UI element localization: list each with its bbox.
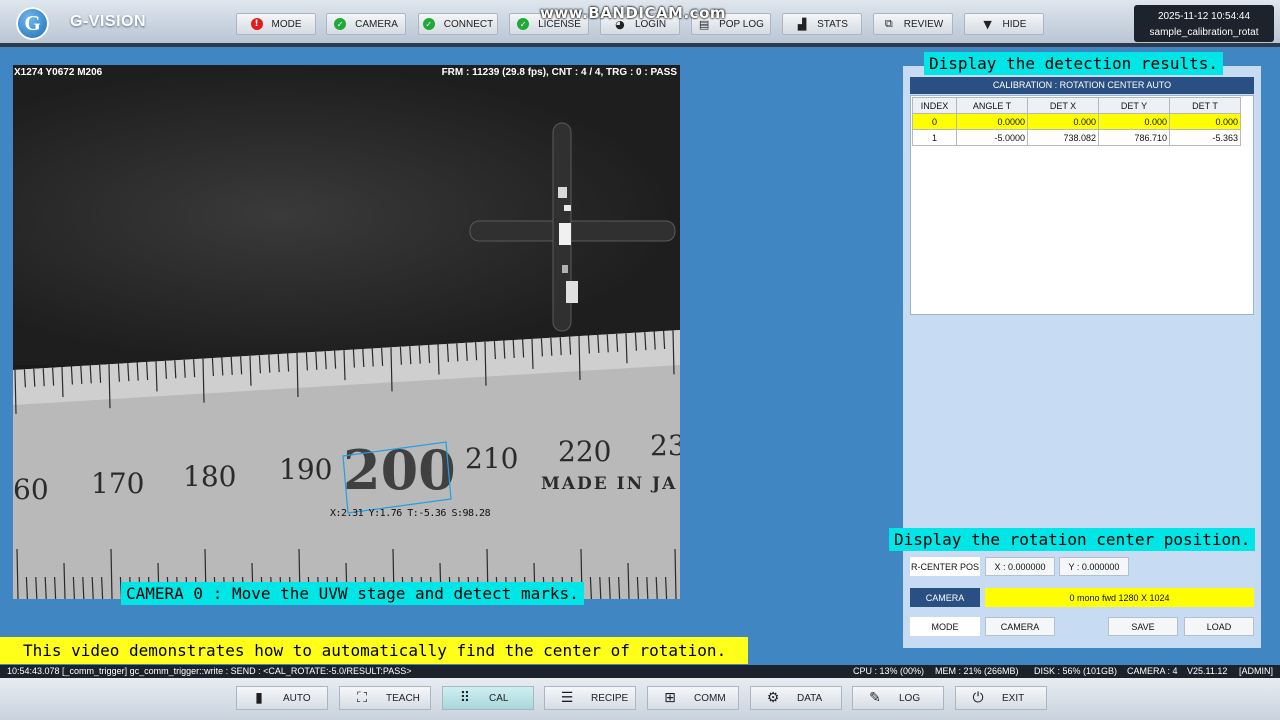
check-icon: ✓ xyxy=(517,18,530,30)
rcenter-label: R-CENTER POS xyxy=(910,557,980,576)
col-det-t: DET T xyxy=(1169,97,1241,114)
review-button-label: REVIEW xyxy=(903,18,944,30)
nav-auto-button[interactable]: ▮ AUTO xyxy=(236,686,328,710)
cross-mark xyxy=(469,122,676,332)
load-button[interactable]: LOAD xyxy=(1184,617,1254,636)
recipe-name: sample_calibration_rotat xyxy=(1149,27,1259,38)
grid-icon: ⠿ xyxy=(459,690,471,706)
caption-camera-note: CAMERA 0 : Move the UVW stage and detect… xyxy=(121,582,584,605)
status-bar: 10:54:43.078 [_comm_trigger] gc_comm_tri… xyxy=(0,665,1280,678)
table-row[interactable]: 0 0.0000 0.000 0.000 0.000 xyxy=(912,113,1241,130)
stats-button[interactable]: ▟ STATS xyxy=(782,13,862,35)
results-table[interactable]: INDEX ANGLE T DET X DET Y DET T 0 0.0000… xyxy=(912,97,1241,146)
svg-text:MADE IN JA: MADE IN JA xyxy=(541,474,677,494)
bottom-nav: ▮ AUTO ⛶ TEACH ⠿ CAL ☰ RECIPE ⊞ COMM ⚙ D… xyxy=(0,678,1280,720)
review-button[interactable]: ⧉ REVIEW xyxy=(873,13,953,35)
col-det-y: DET Y xyxy=(1098,97,1170,114)
status-version: V25.11.12 xyxy=(1187,666,1228,676)
triangle-down-icon: ▼ xyxy=(983,17,992,31)
power-icon: ⏻ xyxy=(972,690,984,706)
hide-button[interactable]: ▼ HIDE xyxy=(964,13,1044,35)
mode-button[interactable]: ! MODE xyxy=(236,13,316,35)
status-cpu: CPU : 13% (00%) xyxy=(853,666,925,676)
stats-button-label: STATS xyxy=(817,18,848,30)
save-button[interactable]: SAVE xyxy=(1108,617,1178,636)
svg-text:23: 23 xyxy=(650,429,680,462)
svg-text:180: 180 xyxy=(183,460,236,493)
caption-detection-results: Display the detection results. xyxy=(924,52,1223,75)
svg-text:170: 170 xyxy=(91,467,144,500)
nav-log-button[interactable]: ✎ LOG xyxy=(852,686,944,710)
nav-data-button[interactable]: ⚙ DATA xyxy=(750,686,842,710)
caption-video-note: This video demonstrates how to automatic… xyxy=(0,637,749,664)
nav-teach-button[interactable]: ⛶ TEACH xyxy=(339,686,431,710)
status-disk: DISK : 56% (101GB) xyxy=(1034,666,1118,676)
camera-coords: X1274 Y0672 M206 xyxy=(14,67,103,78)
network-icon: ⊞ xyxy=(664,690,676,706)
bar-chart-icon: ▟ xyxy=(797,17,807,31)
check-icon: ✓ xyxy=(334,18,347,30)
app-title: G-VISION xyxy=(70,13,147,30)
status-user: [ADMIN] xyxy=(1239,666,1274,676)
hide-button-label: HIDE xyxy=(1002,18,1027,30)
svg-text:60: 60 xyxy=(13,473,49,506)
teach-icon: ⛶ xyxy=(357,690,367,706)
table-row[interactable]: 1 -5.0000 738.082 786.710 -5.363 xyxy=(912,129,1241,146)
rcenter-y-field: Y : 0.000000 xyxy=(1059,557,1129,576)
camera-frame-info: FRM : 11239 (29.8 fps), CNT : 4 / 4, TRG… xyxy=(441,67,677,78)
nav-comm-button[interactable]: ⊞ COMM xyxy=(647,686,739,710)
calibration-title: CALIBRATION : ROTATION CENTER AUTO xyxy=(910,77,1254,94)
datetime: 2025-11-12 10:54:44 xyxy=(1157,11,1251,22)
svg-text:190: 190 xyxy=(279,453,332,486)
app-logo-icon: G xyxy=(16,7,49,40)
svg-text:210: 210 xyxy=(465,442,518,475)
camera-status-label: CAMERA xyxy=(355,18,398,30)
review-icon: ⧉ xyxy=(884,17,893,30)
auto-icon: ▮ xyxy=(255,690,263,706)
camera-label: CAMERA xyxy=(910,588,980,607)
caption-rotation-center: Display the rotation center position. xyxy=(889,528,1256,551)
mode-label: MODE xyxy=(910,617,980,636)
col-det-x: DET X xyxy=(1027,97,1099,114)
recording-watermark: www.BANDICAM.com xyxy=(540,4,727,22)
check-icon: ✓ xyxy=(422,18,435,30)
col-index: INDEX xyxy=(912,97,957,114)
connect-button-label: CONNECT xyxy=(443,18,494,30)
table-header: INDEX ANGLE T DET X DET Y DET T xyxy=(912,97,1241,114)
detection-result-label: X:2.31 Y:1.76 T:-5.36 S:98.28 xyxy=(330,508,491,519)
status-mem: MEM : 21% (266MB) xyxy=(935,666,1019,676)
nav-exit-button[interactable]: ⏻ EXIT xyxy=(955,686,1047,710)
status-camera: CAMERA : 4 xyxy=(1127,666,1178,676)
camera-status-button[interactable]: ✓ CAMERA xyxy=(326,13,406,35)
svg-text:220: 220 xyxy=(558,435,611,468)
error-icon: ! xyxy=(250,18,263,30)
connect-button[interactable]: ✓ CONNECT xyxy=(418,13,498,35)
col-angle-t: ANGLE T xyxy=(956,97,1028,114)
status-log: 10:54:43.078 [_comm_trigger] gc_comm_tri… xyxy=(7,666,412,676)
nav-recipe-button[interactable]: ☰ RECIPE xyxy=(544,686,636,710)
camera-status: 0 mono fwd 1280 X 1024 xyxy=(985,588,1254,607)
rcenter-x-field: X : 0.000000 xyxy=(985,557,1055,576)
svg-text:200: 200 xyxy=(343,438,456,502)
gear-icon: ⚙ xyxy=(766,690,780,706)
database-icon: ☰ xyxy=(560,690,574,706)
mode-button-label: MODE xyxy=(271,18,302,30)
datetime-box: 2025-11-12 10:54:44 sample_calibration_r… xyxy=(1134,5,1274,42)
top-toolbar: G G-VISION ! MODE ✓ CAMERA ✓ CONNECT ✓ L… xyxy=(0,0,1280,47)
camera-view[interactable]: 60 170 180 190 200 210 220 23 MADE IN JA… xyxy=(13,65,680,599)
log-icon: ✎ xyxy=(869,690,881,706)
nav-cal-button[interactable]: ⠿ CAL xyxy=(442,686,534,710)
camera-select-button[interactable]: CAMERA xyxy=(985,617,1055,636)
